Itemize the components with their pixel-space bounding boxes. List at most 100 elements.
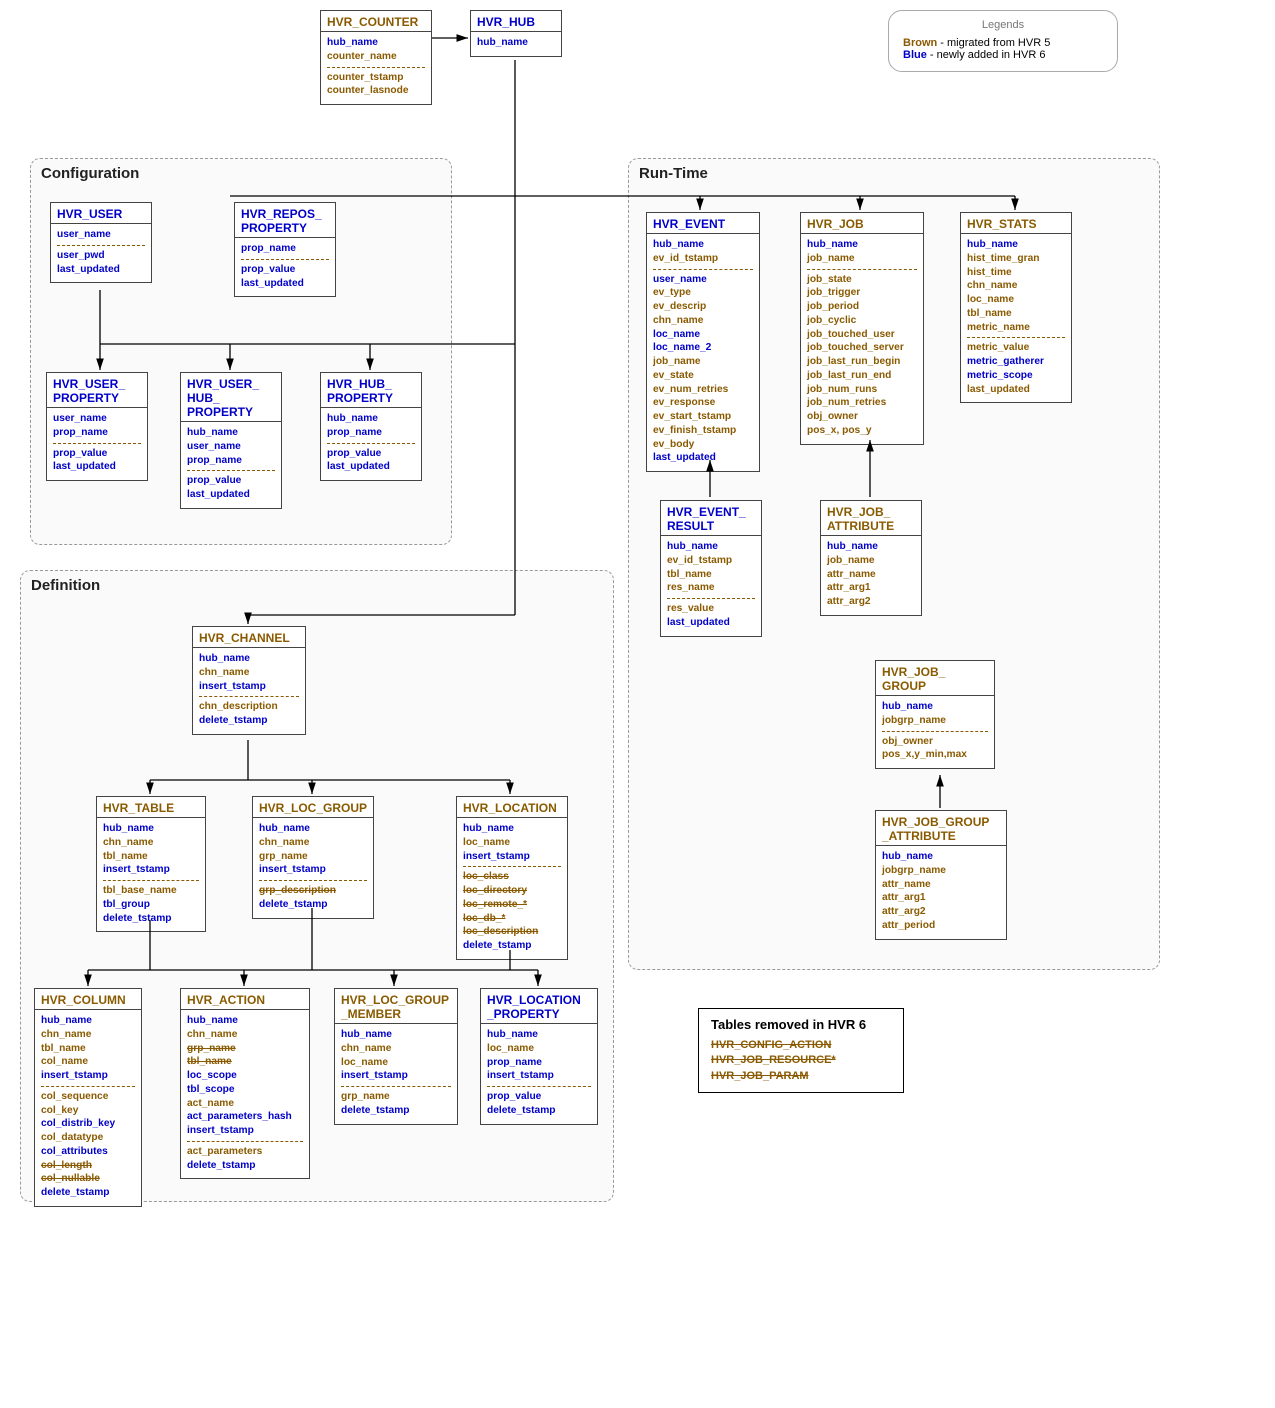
table-columns: prop_nameprop_valuelast_updated <box>235 238 335 296</box>
column: chn_name <box>199 666 299 680</box>
removed-item: HVR_JOB_PARAM <box>711 1069 891 1084</box>
table-title: HVR_EVENT_ RESULT <box>661 501 761 536</box>
column: chn_name <box>341 1042 451 1056</box>
column: tbl_name <box>41 1042 135 1056</box>
table-hvr-job-group: HVR_JOB_ GROUPhub_namejobgrp_nameobj_own… <box>875 660 995 769</box>
column: prop_value <box>53 447 141 461</box>
pk-separator <box>487 1086 591 1087</box>
column: metric_scope <box>967 369 1065 383</box>
pk-separator <box>53 443 141 444</box>
table-title: HVR_REPOS_ PROPERTY <box>235 203 335 238</box>
table-title: HVR_LOC_GROUP <box>253 797 373 818</box>
column: attr_arg2 <box>882 905 1000 919</box>
column: chn_name <box>653 314 753 328</box>
table-columns: user_nameprop_nameprop_valuelast_updated <box>47 408 147 480</box>
table-hvr-location: HVR_LOCATIONhub_nameloc_nameinsert_tstam… <box>456 796 568 960</box>
column: counter_tstamp <box>327 71 425 85</box>
group-runtime-title: Run-Time <box>639 165 708 182</box>
legend-row-blue: Blue - newly added in HVR 6 <box>903 49 1103 61</box>
column: hub_name <box>187 1014 303 1028</box>
table-columns: hub_namechn_nametbl_nameinsert_tstamptbl… <box>97 818 205 931</box>
group-definition-title: Definition <box>31 577 100 594</box>
column: attr_arg1 <box>882 891 1000 905</box>
column: loc_scope <box>187 1069 303 1083</box>
column: hub_name <box>653 238 753 252</box>
column: ev_type <box>653 286 753 300</box>
table-hvr-user-hub-property: HVR_USER_ HUB_ PROPERTYhub_nameuser_name… <box>180 372 282 509</box>
column: act_parameters <box>187 1145 303 1159</box>
table-hvr-action: HVR_ACTIONhub_namechn_namegrp_nametbl_na… <box>180 988 310 1179</box>
column: chn_name <box>103 836 199 850</box>
column: counter_name <box>327 50 425 64</box>
table-columns: hub_nameloc_nameprop_nameinsert_tstamppr… <box>481 1024 597 1124</box>
table-columns: hub_namejob_namejob_statejob_triggerjob_… <box>801 234 923 444</box>
pk-separator <box>103 880 199 881</box>
table-hvr-hub: HVR_HUBhub_name <box>470 10 562 57</box>
removed-item: HVR_CONFIG_ACTION <box>711 1038 891 1053</box>
column: last_updated <box>57 263 145 277</box>
column: job_period <box>807 300 917 314</box>
column: tbl_name <box>187 1055 303 1069</box>
table-title: HVR_ACTION <box>181 989 309 1010</box>
column: col_distrib_key <box>41 1117 135 1131</box>
table-hvr-table: HVR_TABLEhub_namechn_nametbl_nameinsert_… <box>96 796 206 932</box>
column: insert_tstamp <box>103 863 199 877</box>
removed-item: HVR_JOB_RESOURCE* <box>711 1053 891 1068</box>
pk-separator <box>199 696 299 697</box>
legend-row-brown: Brown - migrated from HVR 5 <box>903 37 1103 49</box>
table-title: HVR_USER_ PROPERTY <box>47 373 147 408</box>
column: delete_tstamp <box>103 912 199 926</box>
column: res_value <box>667 602 755 616</box>
pk-separator <box>882 731 988 732</box>
table-title: HVR_LOCATION _PROPERTY <box>481 989 597 1024</box>
table-hvr-event-result: HVR_EVENT_ RESULThub_nameev_id_tstamptbl… <box>660 500 762 637</box>
column: last_updated <box>667 616 755 630</box>
column: job_last_run_end <box>807 369 917 383</box>
column: hub_name <box>882 850 1000 864</box>
column: col_length <box>41 1159 135 1173</box>
column: loc_name <box>487 1042 591 1056</box>
table-columns: user_nameuser_pwdlast_updated <box>51 224 151 282</box>
column: act_parameters_hash <box>187 1110 303 1124</box>
column: hub_name <box>463 822 561 836</box>
column: tbl_group <box>103 898 199 912</box>
column: job_touched_user <box>807 328 917 342</box>
table-hvr-job-attribute: HVR_JOB_ ATTRIBUTEhub_namejob_nameattr_n… <box>820 500 922 616</box>
column: tbl_scope <box>187 1083 303 1097</box>
column: delete_tstamp <box>259 898 367 912</box>
column: ev_num_retries <box>653 383 753 397</box>
column: user_name <box>653 273 753 287</box>
table-hvr-loc-group-member: HVR_LOC_GROUP _MEMBERhub_namechn_nameloc… <box>334 988 458 1125</box>
column: attr_name <box>882 878 1000 892</box>
table-title: HVR_LOCATION <box>457 797 567 818</box>
column: ev_body <box>653 438 753 452</box>
table-title: HVR_COUNTER <box>321 11 431 32</box>
legend-brown-label: Brown <box>903 37 937 49</box>
column: insert_tstamp <box>487 1069 591 1083</box>
column: attr_name <box>827 568 915 582</box>
column: tbl_base_name <box>103 884 199 898</box>
column: loc_class <box>463 870 561 884</box>
legend-blue-text: - newly added in HVR 6 <box>927 49 1046 61</box>
column: metric_value <box>967 341 1065 355</box>
pk-separator <box>667 598 755 599</box>
pk-separator <box>41 1086 135 1087</box>
column: grp_name <box>187 1042 303 1056</box>
table-columns: hub_namechn_nametbl_namecol_nameinsert_t… <box>35 1010 141 1206</box>
column: grp_name <box>259 850 367 864</box>
legend-brown-text: - migrated from HVR 5 <box>937 37 1050 49</box>
legends-box: Legends Brown - migrated from HVR 5 Blue… <box>888 10 1118 72</box>
column: ev_id_tstamp <box>653 252 753 266</box>
column: loc_remote_* <box>463 898 561 912</box>
column: loc_name <box>341 1056 451 1070</box>
column: last_updated <box>53 460 141 474</box>
column: metric_name <box>967 321 1065 335</box>
table-hvr-loc-group: HVR_LOC_GROUPhub_namechn_namegrp_nameins… <box>252 796 374 919</box>
column: insert_tstamp <box>199 680 299 694</box>
pk-separator <box>807 269 917 270</box>
column: last_updated <box>967 383 1065 397</box>
table-title: HVR_USER_ HUB_ PROPERTY <box>181 373 281 422</box>
column: ev_start_tstamp <box>653 410 753 424</box>
column: hub_name <box>103 822 199 836</box>
column: act_name <box>187 1097 303 1111</box>
